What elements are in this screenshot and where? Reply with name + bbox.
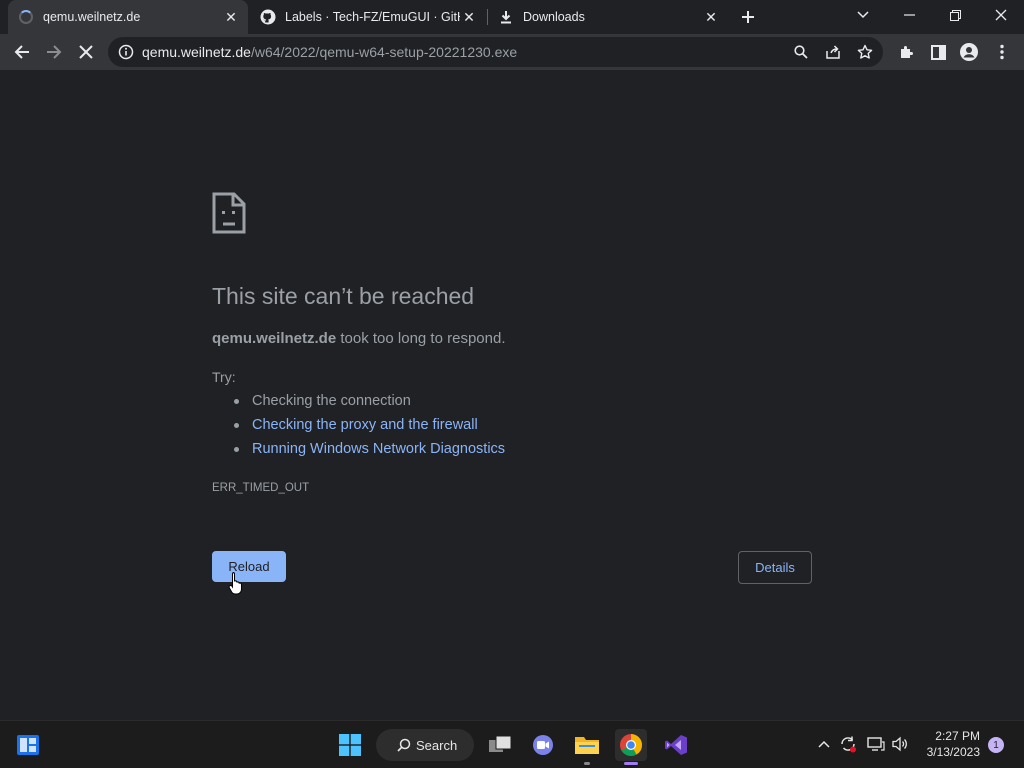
new-tab-button[interactable] (736, 5, 760, 29)
folder-icon (575, 737, 599, 754)
details-button[interactable]: Details (738, 551, 812, 584)
address-bar[interactable]: qemu.weilnetz.de/w64/2022/qemu-w64-setup… (108, 37, 883, 67)
page-content: This site can’t be reached qemu.weilnetz… (0, 71, 1024, 720)
tab-title: Labels · Tech-FZ/EmuGUI · GitHub (285, 10, 460, 24)
zoom-search-icon[interactable] (789, 40, 813, 64)
windows-logo-icon (339, 734, 361, 756)
running-indicator (584, 762, 590, 765)
url-text[interactable]: qemu.weilnetz.de/w64/2022/qemu-w64-setup… (142, 44, 517, 60)
system-clock[interactable]: 2:27 PM 3/13/2023 (912, 728, 980, 760)
search-label: Search (416, 737, 458, 753)
chrome-taskbar-button[interactable] (615, 729, 647, 765)
restore-icon (949, 9, 961, 21)
back-button[interactable] (8, 38, 36, 66)
close-window-button[interactable] (978, 0, 1024, 30)
tab-search-button[interactable] (840, 0, 886, 30)
chevron-down-icon (857, 11, 869, 19)
widgets-icon (17, 735, 39, 755)
suggestion-network-diagnostics-link[interactable]: Running Windows Network Diagnostics (234, 440, 505, 464)
file-explorer-button[interactable] (571, 729, 603, 765)
error-desc-text: took too long to respond. (336, 330, 506, 347)
browser-toolbar: qemu.weilnetz.de/w64/2022/qemu-w64-setup… (0, 34, 1024, 71)
url-host: qemu.weilnetz.de (142, 44, 251, 60)
task-view-button[interactable] (484, 729, 516, 761)
task-view-icon (489, 735, 512, 752)
kebab-menu-icon (1000, 44, 1004, 60)
teams-chat-button[interactable] (527, 729, 559, 761)
minimize-icon (903, 14, 915, 16)
arrow-right-icon (47, 45, 62, 59)
menu-button[interactable] (988, 38, 1016, 66)
side-panel-icon (930, 44, 946, 60)
stop-icon (79, 45, 93, 59)
suggestion-check-proxy-link[interactable]: Checking the proxy and the firewall (234, 416, 505, 440)
teams-chat-icon (533, 735, 553, 755)
taskbar-search[interactable]: Search (376, 729, 474, 761)
extensions-button[interactable] (892, 38, 920, 66)
tab-strip: qemu.weilnetz.de ✕ Labels · Tech-FZ/EmuG… (0, 0, 1024, 34)
share-icon[interactable] (821, 40, 845, 64)
puzzle-icon (901, 46, 913, 58)
site-info-icon[interactable] (118, 44, 134, 60)
volume-icon[interactable] (889, 733, 911, 755)
download-icon (498, 9, 514, 25)
tab-qemu[interactable]: qemu.weilnetz.de ✕ (8, 0, 248, 34)
profile-button[interactable] (955, 38, 983, 66)
suggestions-list: Checking the connection Checking the pro… (234, 392, 505, 464)
tab-close-icon[interactable]: ✕ (702, 8, 720, 26)
hand-cursor-icon (228, 572, 242, 595)
network-icon[interactable] (865, 733, 887, 755)
active-indicator (624, 762, 638, 765)
profile-icon (960, 43, 978, 61)
windows-taskbar: Search 2:27 PM 3/13/2023 1 (0, 720, 1024, 768)
reload-button[interactable]: Reload (212, 551, 286, 582)
bookmark-star-icon[interactable] (853, 40, 877, 64)
tab-title: Downloads (523, 10, 585, 24)
github-icon (260, 9, 276, 25)
visual-studio-icon (665, 735, 687, 755)
sync-status-icon[interactable] (837, 733, 859, 755)
notification-badge[interactable]: 1 (988, 737, 1004, 753)
restore-button[interactable] (932, 0, 978, 30)
tab-github-labels[interactable]: Labels · Tech-FZ/EmuGUI · GitHub ✕ (250, 0, 486, 34)
tab-downloads[interactable]: Downloads ✕ (488, 0, 728, 34)
plus-icon (742, 11, 754, 23)
chevron-up-icon (818, 740, 830, 748)
error-description: qemu.weilnetz.de took too long to respon… (212, 330, 506, 347)
tab-close-icon[interactable]: ✕ (222, 8, 240, 26)
clock-date: 3/13/2023 (926, 745, 980, 759)
url-path: /w64/2022/qemu-w64-setup-20221230.exe (250, 44, 518, 60)
chrome-icon (620, 734, 642, 756)
forward-button[interactable] (40, 38, 68, 66)
start-button[interactable] (334, 729, 366, 761)
close-icon (995, 9, 1007, 21)
show-hidden-icons-button[interactable] (813, 733, 835, 755)
stop-loading-button[interactable] (72, 38, 100, 66)
error-title: This site can’t be reached (212, 283, 475, 309)
try-label: Try: (212, 369, 236, 385)
loading-spinner-icon (18, 9, 34, 25)
visual-studio-button[interactable] (660, 729, 692, 761)
tab-title: qemu.weilnetz.de (43, 10, 141, 24)
search-icon (397, 738, 411, 752)
tab-close-icon[interactable]: ✕ (460, 8, 478, 26)
suggestion-check-connection: Checking the connection (234, 392, 505, 416)
side-panel-button[interactable] (924, 38, 952, 66)
sad-document-icon (212, 192, 246, 234)
minimize-button[interactable] (886, 0, 932, 30)
arrow-left-icon (14, 45, 29, 59)
clock-time: 2:27 PM (935, 729, 980, 743)
widgets-button[interactable] (12, 729, 44, 761)
error-code: ERR_TIMED_OUT (212, 482, 310, 494)
error-host: qemu.weilnetz.de (212, 330, 337, 347)
